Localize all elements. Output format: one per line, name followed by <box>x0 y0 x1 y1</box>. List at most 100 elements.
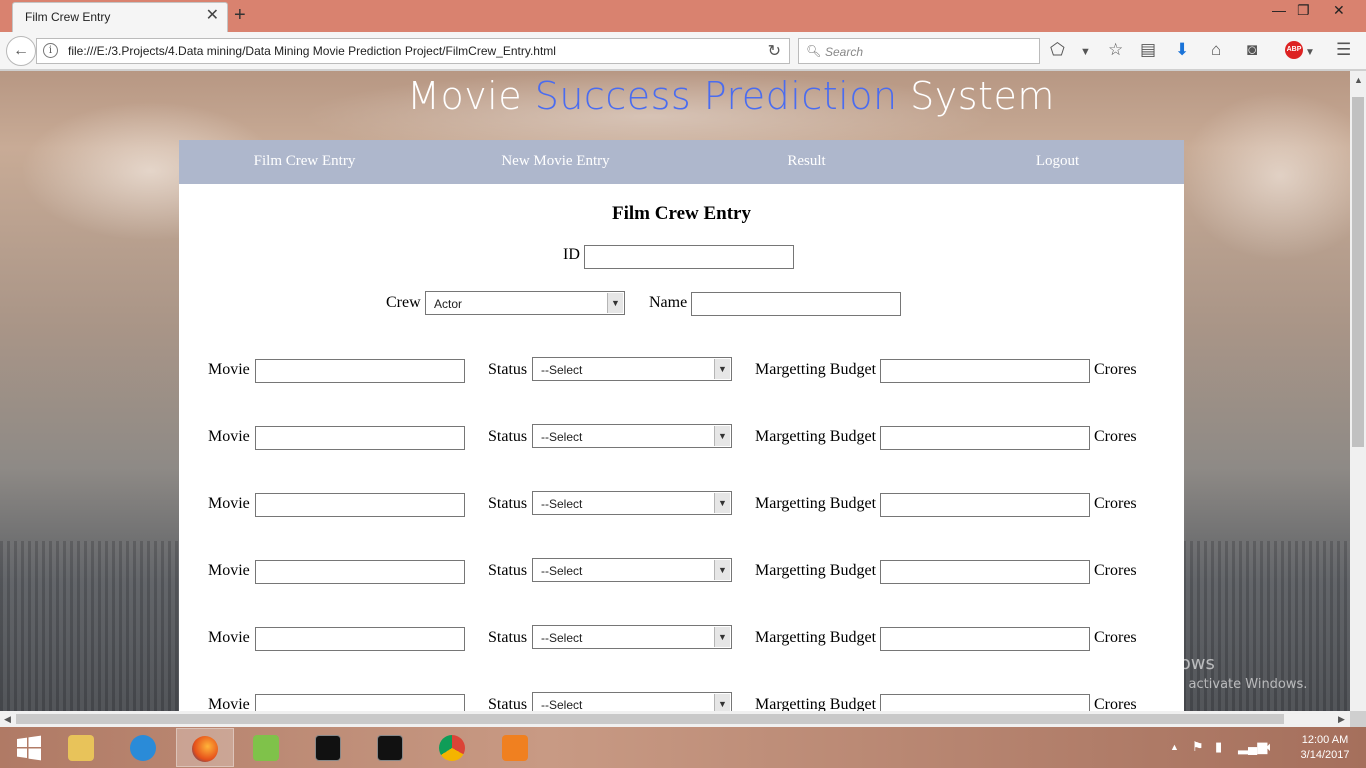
vertical-scrollbar[interactable]: ▲ <box>1350 71 1366 711</box>
chevron-down-icon[interactable]: ▼ <box>714 627 730 647</box>
horizontal-scroll-thumb[interactable] <box>16 714 1284 724</box>
status-label: Status <box>488 428 528 445</box>
scroll-right-icon[interactable]: ▶ <box>1338 714 1345 725</box>
pocket-extension-icon[interactable]: ⬠ <box>1050 40 1065 60</box>
status-select[interactable]: --Select ▼ <box>532 424 732 448</box>
browser-tab[interactable]: Film Crew Entry ✕ <box>12 2 228 32</box>
start-button[interactable] <box>0 728 58 767</box>
crew-select[interactable]: Actor ▼ <box>425 291 625 315</box>
reading-list-icon[interactable]: ▤ <box>1140 40 1156 60</box>
nav-result[interactable]: Result <box>681 153 932 170</box>
close-window-icon[interactable]: ✕ <box>1333 2 1345 19</box>
crew-label: Crew <box>386 294 421 311</box>
chevron-down-icon[interactable]: ▼ <box>714 560 730 580</box>
movie-label: Movie <box>208 495 250 512</box>
close-tab-icon[interactable]: ✕ <box>206 8 219 24</box>
nav-film-crew-entry[interactable]: Film Crew Entry <box>179 153 430 170</box>
budget-input[interactable] <box>880 694 1090 711</box>
chevron-down-icon[interactable]: ▼ <box>714 493 730 513</box>
movie-input[interactable] <box>255 359 465 383</box>
browser-tab-bar: Film Crew Entry ✕ + — ❐ ✕ <box>0 0 1366 32</box>
battery-icon[interactable]: ▮ <box>1215 739 1222 755</box>
url-bar[interactable]: i file:///E:/3.Projects/4.Data mining/Da… <box>36 38 790 64</box>
url-text[interactable]: file:///E:/3.Projects/4.Data mining/Data… <box>68 44 556 58</box>
taskbar-file-explorer[interactable] <box>52 728 110 767</box>
back-arrow-icon[interactable]: ← <box>6 36 36 66</box>
nav-logout[interactable]: Logout <box>932 153 1183 170</box>
taskbar-chrome[interactable] <box>423 728 481 767</box>
status-select[interactable]: --Select ▼ <box>532 491 732 515</box>
crew-select-value: Actor <box>434 297 463 311</box>
volume-icon[interactable]: 🔈︎ <box>1266 739 1274 755</box>
chevron-down-icon[interactable]: ▼ <box>1080 42 1091 62</box>
minimize-icon[interactable]: — <box>1272 2 1286 18</box>
budget-label: Margetting Budget <box>755 428 877 445</box>
budget-label: Margetting Budget <box>755 495 877 512</box>
info-icon[interactable]: i <box>43 43 58 58</box>
budget-input[interactable] <box>880 493 1090 517</box>
movie-row: Movie Status --Select ▼ Margetting Budge… <box>179 558 1184 588</box>
status-select-value: --Select <box>541 363 583 377</box>
download-icon[interactable]: ⬇ <box>1175 40 1189 60</box>
budget-input[interactable] <box>880 627 1090 651</box>
vertical-scroll-thumb[interactable] <box>1352 97 1364 447</box>
action-center-flag-icon[interactable]: ⚑ <box>1192 739 1204 755</box>
movie-input[interactable] <box>255 694 465 711</box>
tray-expand-icon[interactable]: ▲ <box>1170 742 1179 752</box>
movie-input[interactable] <box>255 560 465 584</box>
chevron-down-icon[interactable]: ▼ <box>714 426 730 446</box>
name-label: Name <box>649 294 688 311</box>
command-prompt-icon <box>315 735 341 761</box>
budget-input[interactable] <box>880 426 1090 450</box>
status-select[interactable]: --Select ▼ <box>532 558 732 582</box>
chevron-down-icon[interactable]: ▼ <box>607 293 623 313</box>
home-icon[interactable]: ⌂ <box>1211 40 1221 60</box>
taskbar-app-blue[interactable] <box>114 728 172 767</box>
movie-input[interactable] <box>255 426 465 450</box>
network-icon[interactable]: ▂▄▆ <box>1238 739 1267 755</box>
taskbar-cmd-1[interactable] <box>299 728 357 767</box>
horizontal-scrollbar[interactable]: ◀ ▶ <box>0 711 1350 727</box>
status-select[interactable]: --Select ▼ <box>532 692 732 711</box>
chevron-down-icon[interactable]: ▼ <box>714 359 730 379</box>
activate-windows-watermark: Activate Windows <box>1055 653 1215 674</box>
folder-icon <box>68 735 94 761</box>
bookmark-star-icon[interactable]: ☆ <box>1108 40 1123 60</box>
main-nav: Film Crew Entry New Movie Entry Result L… <box>179 140 1184 184</box>
taskbar-notepadpp[interactable] <box>237 728 295 767</box>
id-input[interactable] <box>584 245 794 269</box>
site-title-part1: Movie <box>407 74 523 118</box>
status-select[interactable]: --Select ▼ <box>532 625 732 649</box>
adblock-icon[interactable]: ABP <box>1285 41 1303 59</box>
search-input[interactable]: 🔍︎ Search <box>798 38 1040 64</box>
new-tab-icon[interactable]: + <box>234 4 246 26</box>
status-select[interactable]: --Select ▼ <box>532 357 732 381</box>
scroll-left-icon[interactable]: ◀ <box>4 714 11 725</box>
presentation-app-icon <box>502 735 528 761</box>
taskbar-presentation[interactable] <box>486 728 544 767</box>
abp-dropdown-icon[interactable]: ▼ <box>1305 43 1315 63</box>
name-input[interactable] <box>691 292 901 316</box>
movie-label: Movie <box>208 629 250 646</box>
hamburger-menu-icon[interactable]: ☰ <box>1336 40 1351 60</box>
chevron-down-icon[interactable]: ▼ <box>714 694 730 711</box>
movie-input[interactable] <box>255 627 465 651</box>
budget-label: Margetting Budget <box>755 361 877 378</box>
reload-icon[interactable]: ↻ <box>768 41 781 61</box>
main-panel: Film Crew Entry New Movie Entry Result L… <box>179 140 1184 711</box>
status-select-value: --Select <box>541 631 583 645</box>
pocket-icon[interactable]: ◙ <box>1247 40 1257 60</box>
taskbar-clock[interactable]: 12:00 AM 3/14/2017 <box>1290 733 1360 763</box>
taskbar-cmd-2[interactable] <box>361 728 419 767</box>
scroll-up-icon[interactable]: ▲ <box>1354 75 1363 85</box>
budget-unit-label: Crores <box>1094 428 1137 445</box>
budget-input[interactable] <box>880 560 1090 584</box>
restore-icon[interactable]: ❐ <box>1297 2 1310 19</box>
site-title-part3: System <box>910 74 1055 118</box>
taskbar-firefox[interactable] <box>176 728 234 767</box>
nav-new-movie-entry[interactable]: New Movie Entry <box>430 153 681 170</box>
budget-input[interactable] <box>880 359 1090 383</box>
movie-input[interactable] <box>255 493 465 517</box>
movie-row: Movie Status --Select ▼ Margetting Budge… <box>179 625 1184 655</box>
movie-row: Movie Status --Select ▼ Margetting Budge… <box>179 357 1184 387</box>
